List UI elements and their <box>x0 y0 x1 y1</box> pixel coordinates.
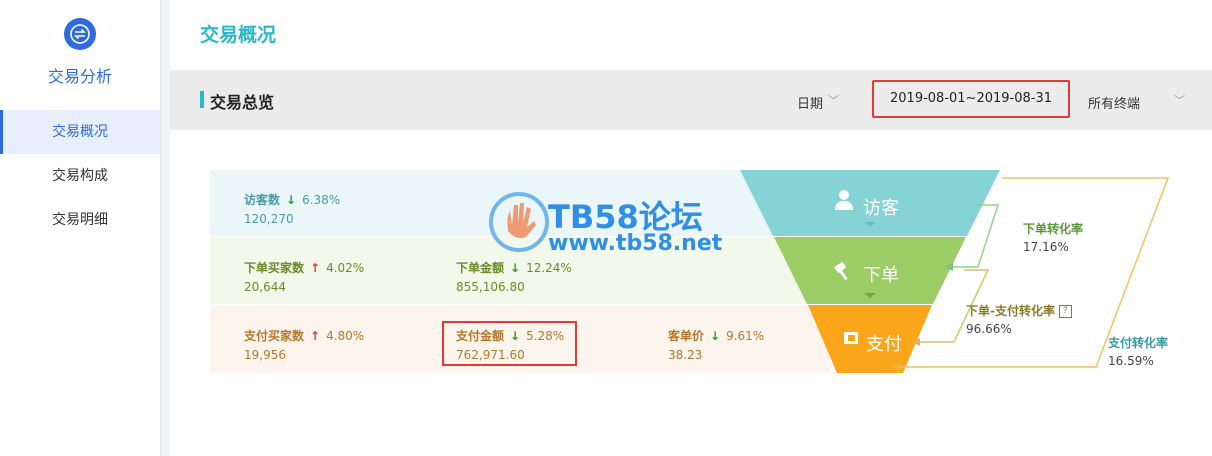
rate-value: 96.66% <box>966 322 1012 336</box>
rate-order: 下单转化率 17.16% <box>1023 220 1083 254</box>
metric-change: 5.28% <box>526 329 565 343</box>
sidebar-item-details[interactable]: 交易明细 <box>0 198 160 242</box>
rate-label: 支付转化率 <box>1108 336 1169 350</box>
arrow-down-icon: ↓ <box>710 329 721 343</box>
metric-order-buyers: 下单买家数 ↑ 4.02% 20,644 <box>244 257 364 294</box>
metric-label: 支付金额 <box>456 329 505 343</box>
metric-pay-amount: 支付金额 ↓ 5.28% 762,971.60 <box>456 325 564 362</box>
rate-pay: 支付转化率 16.59% <box>1108 334 1168 368</box>
watermark-logo <box>488 191 550 257</box>
overview-content: 访客数 ↓ 6.38% 120,270 下单买家数 ↑ 4.02% 20,644 下单金… <box>170 130 1212 456</box>
sidebar: 交易分析 交易概况 交易构成 交易明细 <box>0 0 161 456</box>
rate-order-pay: 下单-支付转化率 ? 96.66% <box>966 302 1072 336</box>
arrow-down-icon: ↓ <box>286 193 297 207</box>
metric-value: 20,644 <box>244 280 286 294</box>
rate-label: 下单转化率 <box>1023 222 1084 236</box>
watermark-url: www.tb58.net <box>548 231 723 256</box>
metric-value: 19,956 <box>244 348 286 362</box>
metric-label: 下单金额 <box>456 261 505 275</box>
chevron-down-icon[interactable]: ﹀ <box>1174 92 1185 108</box>
sidebar-item-label: 交易明细 <box>52 212 108 228</box>
payment-row: 支付买家数 ↑ 4.80% 19,956 支付金额 ↓ 5.28% 762,971.60… <box>210 305 830 373</box>
metric-label: 下单买家数 <box>244 261 305 275</box>
section-title: 交易总览 <box>210 93 275 112</box>
sidebar-item-label: 交易概况 <box>52 124 108 140</box>
arrow-up-icon: ↑ <box>310 329 321 343</box>
app-title: 交易分析 <box>47 67 112 86</box>
rate-value: 16.59% <box>1108 354 1154 368</box>
rate-label: 下单-支付转化率 <box>966 304 1055 318</box>
main-panel: 交易概况 交易总览 日期 ﹀ 2019-08-01~2019-08-31 所有终… <box>170 0 1212 456</box>
terminal-dropdown[interactable]: 所有终端 <box>1088 93 1140 112</box>
metric-change: 6.38% <box>302 193 341 207</box>
arrow-down-icon: ↓ <box>510 261 521 275</box>
metric-change: 4.02% <box>326 261 365 275</box>
metric-change: 12.24% <box>526 261 572 275</box>
header-bar <box>170 0 1212 70</box>
swap-icon <box>64 18 96 50</box>
question-icon[interactable]: ? <box>1058 305 1072 318</box>
sidebar-item-composition[interactable]: 交易构成 <box>0 154 160 198</box>
metric-value: 762,971.60 <box>456 348 525 362</box>
metric-value: 855,106.80 <box>456 280 525 294</box>
metric-label: 客单价 <box>668 329 705 343</box>
metric-pay-buyers: 支付买家数 ↑ 4.80% 19,956 <box>244 325 364 362</box>
arrow-up-icon: ↑ <box>310 261 321 275</box>
overview-bar: 交易总览 日期 ﹀ 2019-08-01~2019-08-31 所有终端 ﹀ <box>170 70 1212 130</box>
sidebar-item-overview[interactable]: 交易概况 <box>0 110 160 154</box>
rate-value: 17.16% <box>1023 240 1069 254</box>
metric-label: 访客数 <box>244 193 281 207</box>
metric-visitors: 访客数 ↓ 6.38% 120,270 <box>244 189 340 226</box>
metric-order-amount: 下单金额 ↓ 12.24% 855,106.80 <box>456 257 572 294</box>
metric-value: 120,270 <box>244 212 294 226</box>
arrow-down-icon: ↓ <box>510 329 521 343</box>
date-range-field[interactable]: 2019-08-01~2019-08-31 <box>872 80 1070 118</box>
metric-change: 4.80% <box>326 329 365 343</box>
page-title: 交易概况 <box>200 24 277 46</box>
funnel-stage-pay <box>808 305 932 373</box>
section-accent <box>200 91 204 108</box>
metric-label: 支付买家数 <box>244 329 305 343</box>
wallet-icon <box>844 332 858 344</box>
sidebar-item-label: 交易构成 <box>52 168 108 184</box>
date-dropdown[interactable]: 日期 <box>797 93 823 112</box>
chevron-down-icon[interactable]: ﹀ <box>828 92 839 108</box>
